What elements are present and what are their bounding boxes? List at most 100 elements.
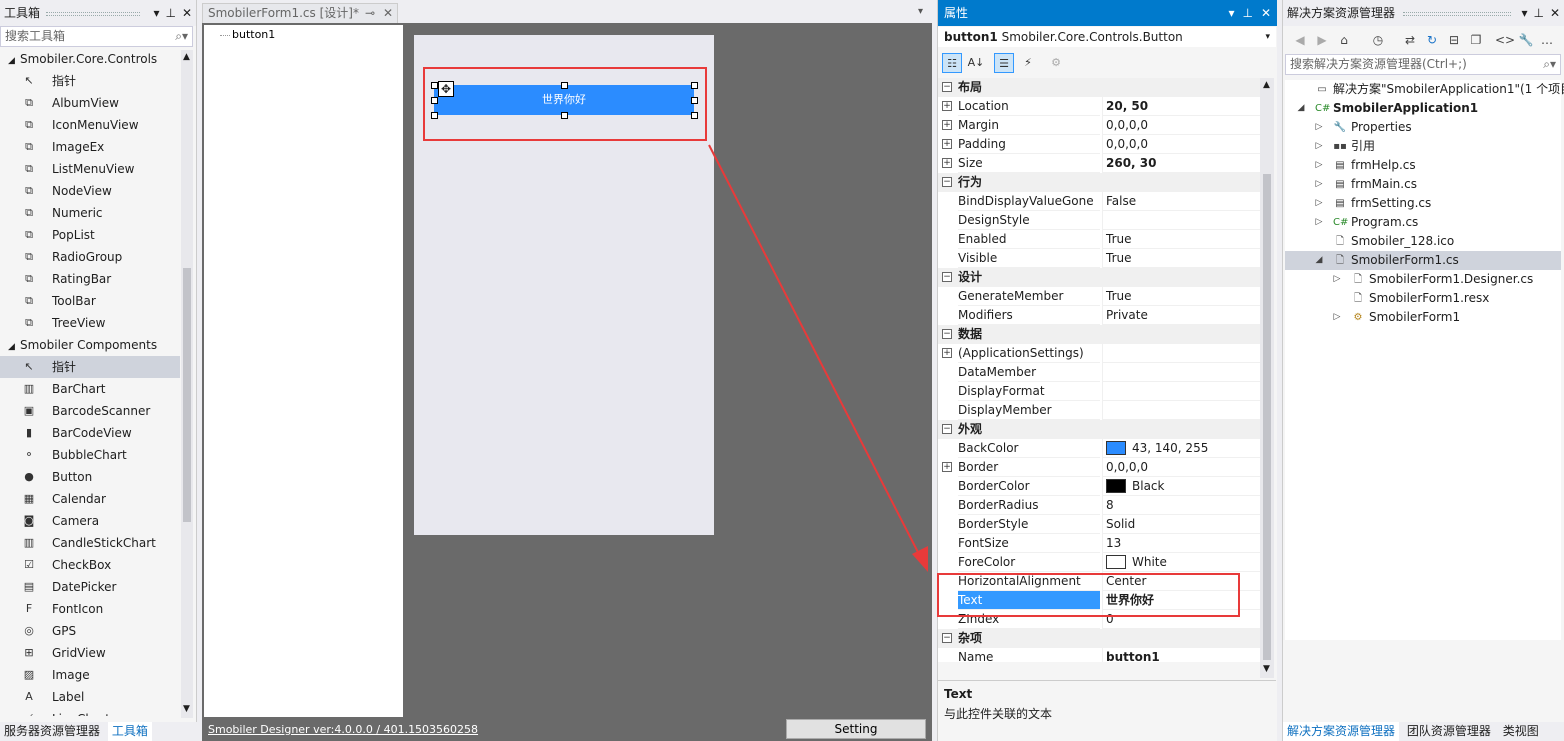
solution-tree-item[interactable]: ▷ ▤ frmHelp.cs <box>1285 156 1561 175</box>
tab-toolbox[interactable]: 工具箱 <box>107 722 152 741</box>
property-row[interactable]: Modifiers Private <box>938 306 1260 325</box>
toolbox-item[interactable]: ☑ CheckBox <box>0 554 180 576</box>
collapse-icon[interactable]: − <box>942 633 952 643</box>
toolbox-item[interactable]: ▥ BarChart <box>0 378 180 400</box>
solution-tree-item[interactable]: 🗋 Smobiler_128.ico <box>1285 232 1561 251</box>
scroll-up-icon[interactable]: ▲ <box>183 52 190 62</box>
property-value[interactable] <box>1102 363 1260 382</box>
solution-tree-item[interactable]: ▷ 🗋 SmobilerForm1.Designer.cs <box>1285 270 1561 289</box>
toolbox-category[interactable]: ◢ Smobiler Compoments <box>0 334 180 356</box>
chevron-down-icon[interactable]: ▾ <box>1265 27 1270 47</box>
alphabetical-icon[interactable]: A↓ <box>966 53 986 73</box>
toolbox-item[interactable]: ● Button <box>0 466 180 488</box>
property-row[interactable]: + Margin 0,0,0,0 <box>938 116 1260 135</box>
solution-tree-item[interactable]: ▷ C# Program.cs <box>1285 213 1561 232</box>
property-category[interactable]: − 布局 <box>938 78 1260 97</box>
dropdown-icon[interactable]: ▾ <box>153 0 159 26</box>
collapsed-arrow-icon[interactable]: ▷ <box>1313 213 1325 232</box>
home-icon[interactable]: ⌂ <box>1335 31 1353 49</box>
dropdown-icon[interactable]: ▾ <box>1521 0 1527 26</box>
toolbox-item[interactable]: ⧉ RadioGroup <box>0 246 180 268</box>
property-value[interactable] <box>1102 344 1260 363</box>
tab-class-view[interactable]: 类视图 <box>1499 722 1543 741</box>
designer-version-link[interactable]: Smobiler Designer ver:4.0.0.0 / 401.1503… <box>208 723 478 736</box>
property-scrollbar[interactable]: ▲ ▼ <box>1260 78 1274 678</box>
property-value[interactable]: 0,0,0,0 <box>1102 458 1260 477</box>
collapsed-arrow-icon[interactable]: ▷ <box>1313 175 1325 194</box>
property-row[interactable]: Name button1 <box>938 648 1260 662</box>
close-icon[interactable]: ✕ <box>182 0 192 26</box>
collapsed-arrow-icon[interactable]: ▷ <box>1331 308 1343 327</box>
property-row[interactable]: DisplayFormat <box>938 382 1260 401</box>
toolbox-item[interactable]: ⟋ LineChart <box>0 708 180 716</box>
property-value[interactable]: True <box>1102 249 1260 268</box>
solution-search-input[interactable]: 搜索解决方案资源管理器(Ctrl+;) ⌕▾ <box>1285 54 1561 75</box>
property-row[interactable]: + Location 20, 50 <box>938 97 1260 116</box>
solution-tree-item[interactable]: ▷ 🔧 Properties <box>1285 118 1561 137</box>
pin-icon[interactable]: ⊥ <box>1533 0 1543 26</box>
property-row[interactable]: Visible True <box>938 249 1260 268</box>
expand-icon[interactable]: + <box>942 120 952 130</box>
property-row[interactable]: Enabled True <box>938 230 1260 249</box>
expand-icon[interactable]: + <box>942 462 952 472</box>
outline-node-button1[interactable]: button1 <box>232 28 275 41</box>
history-icon[interactable]: ◷ <box>1369 31 1387 49</box>
property-row[interactable]: DisplayMember <box>938 401 1260 420</box>
toolbox-item[interactable]: ⧉ NodeView <box>0 180 180 202</box>
events-icon[interactable]: ⚡ <box>1018 53 1038 73</box>
search-icon[interactable]: ⌕▾ <box>175 27 188 46</box>
tab-server-explorer[interactable]: 服务器资源管理器 <box>0 722 104 741</box>
property-row[interactable]: FontSize 13 <box>938 534 1260 553</box>
property-value[interactable]: 0,0,0,0 <box>1102 116 1260 135</box>
view-code-icon[interactable]: <> <box>1495 31 1515 49</box>
property-value[interactable]: 0,0,0,0 <box>1102 135 1260 154</box>
property-value[interactable]: True <box>1102 287 1260 306</box>
collapsed-arrow-icon[interactable]: ▷ <box>1313 118 1325 137</box>
property-row[interactable]: + Size 260, 30 <box>938 154 1260 173</box>
toolbox-scroll-thumb[interactable] <box>183 268 191 522</box>
toolbox-item[interactable]: ⧉ ToolBar <box>0 290 180 312</box>
property-row[interactable]: BorderRadius 8 <box>938 496 1260 515</box>
back-icon[interactable]: ◀ <box>1291 31 1309 49</box>
toolbox-item[interactable]: ⧉ RatingBar <box>0 268 180 290</box>
tab-team-explorer[interactable]: 团队资源管理器 <box>1403 722 1495 741</box>
tab-solution-explorer[interactable]: 解决方案资源管理器 <box>1283 722 1400 741</box>
property-row[interactable]: + (ApplicationSettings) <box>938 344 1260 363</box>
solution-tree-item[interactable]: ▷ ▤ frmSetting.cs <box>1285 194 1561 213</box>
property-category[interactable]: − 杂项 <box>938 629 1260 648</box>
collapse-triangle-icon[interactable]: ◢ <box>8 336 20 358</box>
property-category[interactable]: − 外观 <box>938 420 1260 439</box>
toolbar-overflow-icon[interactable]: … <box>1541 31 1553 49</box>
collapse-triangle-icon[interactable]: ◢ <box>8 50 20 72</box>
properties-view-icon[interactable]: ☰ <box>994 53 1014 73</box>
property-value[interactable]: False <box>1102 192 1260 211</box>
toolbox-item[interactable]: ◙ Camera <box>0 510 180 532</box>
toolbox-item[interactable]: F FontIcon <box>0 598 180 620</box>
property-value[interactable]: Black <box>1102 477 1260 496</box>
show-all-files-icon[interactable]: ❐ <box>1467 31 1485 49</box>
pin-icon[interactable]: ⊥ <box>1242 0 1252 26</box>
property-value[interactable] <box>1102 401 1260 420</box>
property-row[interactable]: DesignStyle <box>938 211 1260 230</box>
collapse-all-icon[interactable]: ⊟ <box>1445 31 1463 49</box>
property-value[interactable]: 43, 140, 255 <box>1102 439 1260 458</box>
solution-tree-item[interactable]: ▷ ▪▪ 引用 <box>1285 137 1561 156</box>
property-row[interactable]: GenerateMember True <box>938 287 1260 306</box>
scroll-up-icon[interactable]: ▲ <box>1263 80 1270 90</box>
close-icon[interactable]: ✕ <box>1261 0 1271 26</box>
collapsed-arrow-icon[interactable]: ▷ <box>1313 194 1325 213</box>
expanded-arrow-icon[interactable]: ◢ <box>1295 99 1307 118</box>
toolbox-item[interactable]: ▮ BarCodeView <box>0 422 180 444</box>
collapsed-arrow-icon[interactable]: ▷ <box>1331 270 1343 289</box>
solution-tree-item[interactable]: ◢ C# SmobilerApplication1 <box>1285 99 1561 118</box>
property-value[interactable] <box>1102 211 1260 230</box>
scroll-down-icon[interactable]: ▼ <box>1263 664 1270 674</box>
property-value[interactable]: 8 <box>1102 496 1260 515</box>
solution-tree-item[interactable]: ▷ ▤ frmMain.cs <box>1285 175 1561 194</box>
property-value[interactable]: Private <box>1102 306 1260 325</box>
property-row[interactable]: BorderStyle Solid <box>938 515 1260 534</box>
toolbox-item[interactable]: ↖ 指针 <box>0 70 180 92</box>
sync-icon[interactable]: ⇄ <box>1401 31 1419 49</box>
properties-wrench-icon[interactable]: 🔧 <box>1517 31 1535 49</box>
toolbox-item[interactable]: ▥ CandleStickChart <box>0 532 180 554</box>
